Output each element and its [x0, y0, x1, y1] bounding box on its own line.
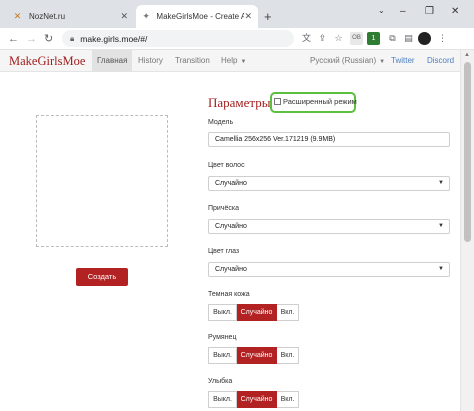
reload-icon[interactable]: ↻: [44, 32, 53, 46]
share-icon[interactable]: ⇪: [316, 32, 329, 45]
new-tab-button[interactable]: +: [264, 9, 272, 24]
sparkle-icon: ✦: [142, 11, 150, 21]
model-select[interactable]: Camellia 256x256 Ver.171219 (9.9MB): [208, 132, 450, 147]
hairstyle-select[interactable]: Случайно ▼: [208, 219, 450, 234]
minimize-icon[interactable]: –: [400, 6, 406, 17]
nav-item-history[interactable]: History: [133, 50, 168, 72]
model-value: Camellia 256x256 Ver.171219 (9.9MB): [215, 136, 336, 143]
help-label: Help: [221, 56, 238, 65]
star-icon[interactable]: ☆: [332, 32, 345, 45]
smile-toggle: Выкл. Случайно Вкл.: [208, 391, 299, 408]
translate-icon[interactable]: 文: [300, 32, 313, 45]
scrollbar-thumb[interactable]: [464, 62, 471, 242]
toggle-random-button[interactable]: Случайно: [237, 391, 277, 408]
tab-title: NozNet.ru: [29, 12, 66, 21]
hairstyle-value: Случайно: [215, 223, 247, 230]
extension-icon[interactable]: OB: [350, 32, 363, 45]
forward-arrow-icon[interactable]: →: [26, 32, 37, 46]
browser-toolbar: ← → ↻ 🔒︎ make.girls.moe/#/ 文 ⇪ ☆ OB 1 ⧉ …: [0, 28, 474, 50]
toggle-off-button[interactable]: Выкл.: [208, 347, 237, 364]
model-label: Модель: [208, 119, 234, 126]
nav-item-help[interactable]: Help ▼: [216, 50, 251, 72]
generate-button[interactable]: Создать: [76, 268, 128, 286]
reading-list-icon[interactable]: ▤: [402, 32, 415, 45]
toggle-random-button[interactable]: Случайно: [237, 304, 277, 321]
toggle-off-button[interactable]: Выкл.: [208, 391, 237, 408]
browser-tab-makegirlsmoe[interactable]: ✦ MakeGirlsMoe - Create Anime C ✕: [136, 5, 258, 28]
image-preview-area: [36, 115, 168, 247]
toggle-on-button[interactable]: Вкл.: [277, 391, 299, 408]
hair-color-value: Случайно: [215, 180, 247, 187]
dark-skin-label: Темная кожа: [208, 291, 250, 298]
url-text: make.girls.moe/#/: [80, 33, 148, 44]
dark-skin-toggle: Выкл. Случайно Вкл.: [208, 304, 299, 321]
hairstyle-label: Причёска: [208, 205, 239, 212]
browser-tab-noznet[interactable]: ✕ NozNet.ru ✕: [6, 5, 134, 28]
tab-search-icon[interactable]: ⌄: [378, 6, 385, 15]
hair-color-select[interactable]: Случайно ▼: [208, 176, 450, 191]
close-icon[interactable]: ✕: [244, 11, 252, 22]
puzzle-icon[interactable]: ⧉: [386, 32, 399, 45]
nav-item-transition[interactable]: Transition: [170, 50, 215, 72]
language-selector[interactable]: Русский (Russian) ▼: [305, 50, 390, 72]
eye-color-select[interactable]: Случайно ▼: [208, 262, 450, 277]
profile-avatar-icon[interactable]: [418, 32, 431, 45]
chevron-down-icon: ▼: [240, 59, 247, 65]
toggle-on-button[interactable]: Вкл.: [277, 304, 299, 321]
page-scrollbar[interactable]: ▲: [460, 50, 474, 411]
chevron-down-icon: ▼: [438, 266, 444, 272]
toggle-off-button[interactable]: Выкл.: [208, 304, 237, 321]
nav-item-home[interactable]: Главная: [92, 50, 133, 72]
browser-tab-strip: ✕ NozNet.ru ✕ ✦ MakeGirlsMoe - Create An…: [0, 0, 474, 28]
advanced-mode-label[interactable]: Расширенный режим: [283, 97, 357, 106]
smile-label: Улыбка: [208, 378, 233, 385]
twitter-link[interactable]: Twitter: [391, 50, 415, 72]
hair-color-label: Цвет волос: [208, 162, 245, 169]
x-logo-icon: ✕: [13, 11, 22, 21]
blush-toggle: Выкл. Случайно Вкл.: [208, 347, 299, 364]
restore-icon[interactable]: ❐: [425, 6, 434, 17]
scroll-up-icon[interactable]: ▲: [464, 52, 470, 58]
site-logo[interactable]: MakeGirlsMoe: [9, 54, 85, 69]
extension-badge-icon[interactable]: 1: [367, 32, 380, 45]
chevron-down-icon: ▼: [438, 180, 444, 186]
eye-color-value: Случайно: [215, 266, 247, 273]
language-label: Русский (Russian): [310, 56, 377, 65]
menu-kebab-icon[interactable]: ⋮: [436, 32, 449, 45]
advanced-mode-checkbox[interactable]: [274, 98, 281, 105]
close-window-icon[interactable]: ✕: [451, 6, 459, 17]
chevron-down-icon: ▼: [379, 59, 386, 65]
back-arrow-icon[interactable]: ←: [8, 32, 19, 46]
toggle-random-button[interactable]: Случайно: [237, 347, 277, 364]
eye-color-label: Цвет глаз: [208, 248, 240, 255]
chevron-down-icon: ▼: [438, 223, 444, 229]
params-title: Параметры: [208, 95, 271, 110]
toggle-on-button[interactable]: Вкл.: [277, 347, 299, 364]
blush-label: Румянец: [208, 334, 237, 341]
lock-icon: 🔒︎: [70, 33, 75, 43]
address-bar[interactable]: 🔒︎ make.girls.moe/#/: [62, 30, 294, 47]
site-navbar: MakeGirlsMoe Главная History Transition …: [0, 50, 460, 72]
tab-title: MakeGirlsMoe - Create Anime C: [156, 12, 245, 21]
close-icon[interactable]: ✕: [120, 11, 128, 22]
discord-link[interactable]: Discord: [427, 50, 454, 72]
